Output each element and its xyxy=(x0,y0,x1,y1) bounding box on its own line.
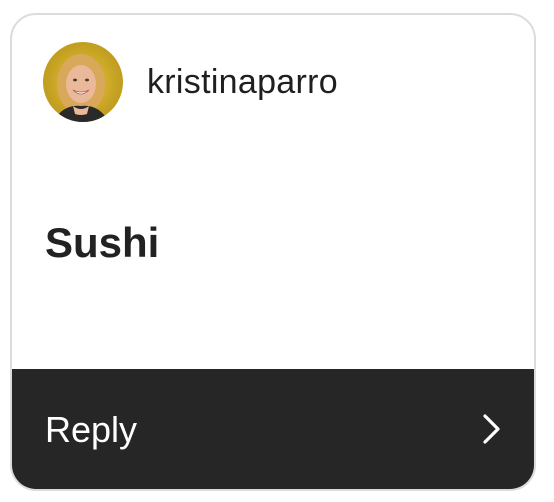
avatar[interactable] xyxy=(43,42,123,122)
username[interactable]: kristinaparro xyxy=(147,63,338,102)
reply-button[interactable]: Reply xyxy=(12,369,534,489)
reply-label: Reply xyxy=(45,409,138,450)
reply-card: kristinaparro Sushi Reply xyxy=(10,13,536,491)
chevron-right-icon xyxy=(482,413,502,445)
profile-header: kristinaparro xyxy=(43,42,338,122)
profile-photo-image xyxy=(43,42,123,122)
message-text: Sushi xyxy=(45,219,160,266)
